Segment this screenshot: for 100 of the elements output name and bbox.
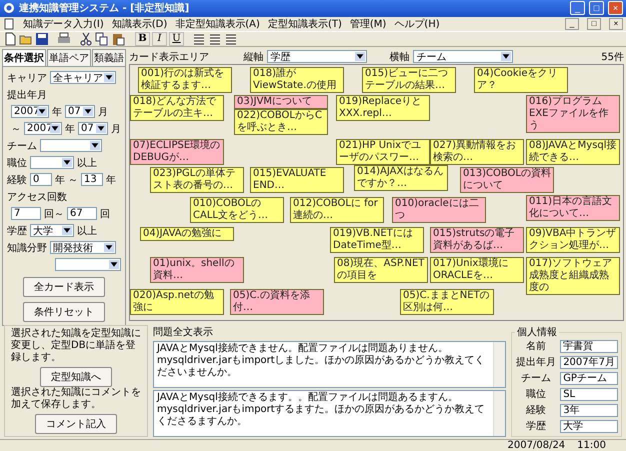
knowledge-card[interactable]: 017)ソフトウェア成熟度と組織成熟度の: [526, 257, 620, 295]
knowledge-card[interactable]: 018)どんな方法でテーブルの主キ…: [130, 95, 224, 121]
menu-item[interactable]: 知識データ入力(I): [23, 16, 104, 31]
input-field[interactable]: 宇書賀: [560, 340, 618, 352]
knowledge-card[interactable]: 04)JAVAの勉強に: [140, 227, 234, 241]
menu-item[interactable]: 管理(M): [350, 16, 386, 31]
format-button[interactable]: B: [135, 32, 150, 46]
knowledge-card[interactable]: 01)unix。shellの資料…: [150, 257, 244, 283]
range-separator: ～: [68, 174, 78, 186]
knowledge-card[interactable]: 018)誰が ViewState.の使用: [250, 67, 344, 93]
knowledge-card[interactable]: 013)COBOLの資料について: [460, 167, 554, 193]
window-control-button[interactable]: □: [587, 18, 601, 30]
month-dropdown[interactable]: 07: [78, 122, 108, 135]
input-field[interactable]: 0: [30, 173, 52, 186]
knowledge-card[interactable]: 04)Cookieをクリア？: [474, 67, 568, 93]
knowledge-card[interactable]: 010)COBOLのCALL文をどう…: [190, 197, 284, 223]
position-dropdown[interactable]: [30, 156, 74, 169]
unit-label: 回～: [44, 208, 64, 220]
knowledge-card[interactable]: 08)現在、ASP.NETの項目を: [334, 257, 428, 283]
input-field[interactable]: 67: [67, 207, 97, 220]
range-separator: ～: [11, 122, 21, 136]
menu-item[interactable]: ヘルプ(H): [394, 16, 440, 31]
unit-label: 年: [65, 122, 75, 136]
window-control-button[interactable]: ×: [609, 18, 623, 30]
knowledge-card[interactable]: 09)VBA中トランザクション処理が…: [526, 227, 620, 253]
knowledge-card[interactable]: 027)異動情報をお検索の…: [430, 139, 524, 165]
save-icon[interactable]: [35, 32, 49, 46]
knowledge-card[interactable]: 019)Replaceりと XXX.repl…: [336, 95, 430, 121]
action-button[interactable]: 定型知識へ: [40, 367, 112, 387]
dropdown-arrow-icon: [37, 107, 47, 116]
knowledge-card[interactable]: 017)Unix環境に ORACLEを…: [430, 257, 524, 283]
knowledge-card[interactable]: 05)C.ままとNETの区別は何…: [400, 289, 494, 315]
unit-label: 年: [106, 174, 116, 186]
unit-label: 年: [55, 174, 65, 186]
knowledge-card[interactable]: 016)プログラム EXEファイルを作う: [526, 95, 620, 133]
dropdown-arrow-icon: [104, 243, 114, 252]
education-dropdown[interactable]: 大学: [30, 224, 74, 237]
month-dropdown[interactable]: 07: [65, 105, 95, 118]
format-button[interactable]: I: [152, 32, 167, 46]
tab[interactable]: 類義語: [92, 49, 126, 66]
knowledge-card[interactable]: 012)COBOLに for 連続の…: [290, 197, 384, 223]
input-field[interactable]: SL: [560, 388, 618, 400]
field-label: 学歴: [7, 224, 27, 238]
knowledge-card[interactable]: 023)PGLの単体テスト表の番号の…: [150, 167, 244, 193]
print-icon[interactable]: [57, 32, 71, 46]
knowledge-card[interactable]: 019)VB.NETには DateTime型…: [330, 227, 424, 253]
input-field[interactable]: GPチーム: [560, 372, 618, 384]
field-label: 学歴: [525, 420, 548, 433]
team-dropdown[interactable]: [40, 139, 102, 152]
input-field[interactable]: 2007年7月: [560, 356, 618, 368]
x-axis-dropdown[interactable]: チーム: [413, 50, 514, 63]
knowledge-card[interactable]: 05)C.の資料を添付…: [230, 289, 324, 315]
knowledge-card[interactable]: 021)HP Unixでユーザのパスワー…: [336, 139, 430, 165]
align-icon[interactable]: [192, 32, 206, 46]
window-control-button[interactable]: _: [570, 1, 585, 16]
action-description: 選択された知識にコメントを加えて保存します。: [11, 387, 141, 411]
input-field[interactable]: 大学: [560, 420, 618, 432]
field-label: 提出年月: [7, 88, 47, 102]
input-field[interactable]: 13: [81, 173, 103, 186]
window-control-button[interactable]: _: [565, 18, 579, 30]
scrollbar[interactable]: [493, 342, 506, 387]
tab[interactable]: 単語ペア: [47, 49, 91, 66]
filter-button[interactable]: 全カード表示: [23, 277, 105, 297]
dropdown-arrow-icon: [355, 52, 366, 61]
knowledge-card[interactable]: 020)Asp.netの勉強に: [130, 289, 224, 315]
y-axis-dropdown[interactable]: 学歴: [267, 50, 368, 63]
knowledge-card[interactable]: 015)strutsの電子資料があるば…: [430, 227, 524, 253]
window-control-button[interactable]: □: [589, 1, 604, 16]
tab[interactable]: 条件選択: [2, 49, 46, 66]
knowledge-card[interactable]: 011)日本の言語文化について…: [526, 195, 620, 221]
scrollbar[interactable]: [493, 391, 506, 436]
format-button[interactable]: U: [169, 32, 184, 46]
field-label: 知識分野: [7, 242, 47, 254]
knowledge-card[interactable]: 022)COBOLからCを呼ぶとき…: [234, 109, 328, 135]
knowledge-card[interactable]: 03)JVMについて: [234, 95, 328, 109]
align-icon[interactable]: [208, 32, 222, 46]
field-dropdown[interactable]: 開発技術: [50, 241, 116, 254]
paste-icon[interactable]: [111, 32, 125, 46]
knowledge-card[interactable]: 015)ビューに二つテーブルの結果…: [362, 67, 456, 93]
filter-button[interactable]: 条件リセット: [23, 302, 105, 322]
subfield-dropdown[interactable]: [55, 258, 121, 271]
copy-icon[interactable]: [95, 32, 109, 46]
window-control-button[interactable]: ×: [608, 1, 623, 16]
knowledge-card[interactable]: 07)ECLIPSE環境のDEBUGが…: [130, 139, 224, 165]
knowledge-card[interactable]: 015)EVALUATE END…: [250, 167, 344, 193]
align-icon[interactable]: [224, 32, 238, 46]
action-button[interactable]: コメント記入: [35, 414, 117, 434]
knowledge-card[interactable]: 010)oracleには二つ: [392, 197, 486, 223]
knowledge-card[interactable]: 014)AJAXはなるんですか？…: [354, 165, 448, 191]
career-dropdown[interactable]: 全キャリア: [50, 71, 116, 84]
card-count: 55件: [601, 50, 624, 64]
menu-item[interactable]: 非定型知識表示(A): [175, 16, 260, 31]
input-field[interactable]: 3年: [560, 404, 618, 416]
knowledge-card[interactable]: 08)JAVAとMysql接続できる…: [526, 139, 620, 165]
input-field[interactable]: 7: [11, 207, 41, 220]
menu-item[interactable]: 知識表示(D): [112, 16, 168, 31]
cut-icon[interactable]: [79, 32, 93, 46]
new-file-icon[interactable]: [3, 32, 17, 46]
knowledge-card[interactable]: 001)行のは新式を検証するます…: [138, 67, 232, 93]
menu-item[interactable]: 定型知識表示(T): [268, 16, 342, 31]
